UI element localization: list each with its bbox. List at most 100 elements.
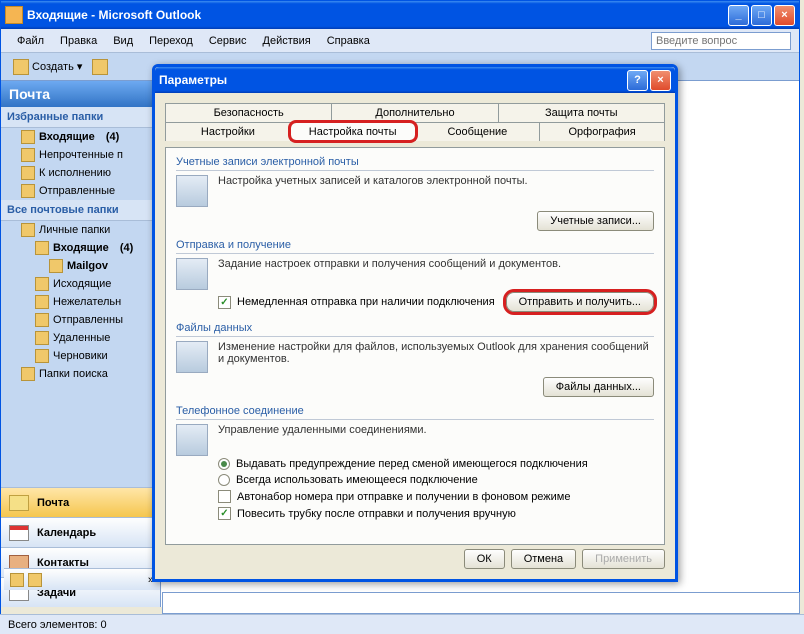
warn-radio[interactable] <box>218 458 230 470</box>
folder-icon <box>21 148 35 162</box>
accounts-text: Настройка учетных записей и каталогов эл… <box>218 175 654 187</box>
tree-sent[interactable]: Отправленны <box>1 311 160 329</box>
dropdown-icon: ▾ <box>77 60 83 73</box>
menu-edit[interactable]: Правка <box>52 33 105 49</box>
datafiles-icon <box>176 341 208 373</box>
minimize-button[interactable]: _ <box>728 5 749 26</box>
group-dialup-title: Телефонное соединение <box>176 405 654 420</box>
group-sendrecv: Отправка и получение Задание настроек от… <box>176 239 654 314</box>
tab-mailprotect[interactable]: Защита почты <box>498 103 665 122</box>
tree-personal[interactable]: Личные папки <box>1 221 160 239</box>
dialog-button-row: ОК Отмена Применить <box>464 549 665 569</box>
dialog-body: Безопасность Дополнительно Защита почты … <box>155 93 675 555</box>
dialog-help-button[interactable]: ? <box>627 70 648 91</box>
dialog-title: Параметры <box>159 73 627 87</box>
tree-deleted[interactable]: Удаленные <box>1 329 160 347</box>
apply-button[interactable]: Применить <box>582 549 665 569</box>
immediate-send-label: Немедленная отправка при наличии подключ… <box>237 296 495 308</box>
all-folders-section: Все почтовые папки <box>1 200 160 221</box>
options-dialog: Параметры ? × Безопасность Дополнительно… <box>152 64 678 582</box>
bottom-input[interactable] <box>162 592 800 614</box>
help-search-input[interactable] <box>651 32 791 50</box>
ok-button[interactable]: ОК <box>464 549 505 569</box>
tab-preferences[interactable]: Настройки <box>165 122 291 141</box>
always-radio[interactable] <box>218 474 230 486</box>
menu-go[interactable]: Переход <box>141 33 201 49</box>
dialog-close-button[interactable]: × <box>650 70 671 91</box>
main-titlebar: Входящие - Microsoft Outlook _ □ × <box>1 1 799 29</box>
warn-radio-label: Выдавать предупреждение перед сменой име… <box>236 458 588 470</box>
tab-strip: Безопасность Дополнительно Защита почты … <box>165 103 665 141</box>
fav-followup[interactable]: К исполнению <box>1 164 160 182</box>
tab-advanced[interactable]: Дополнительно <box>331 103 498 122</box>
tree-inbox[interactable]: Входящие (4) <box>1 239 160 257</box>
folder-icon <box>35 349 49 363</box>
status-text: Всего элементов: 0 <box>8 619 107 631</box>
autodial-label: Автонабор номера при отправке и получени… <box>237 491 571 503</box>
accounts-icon <box>176 175 208 207</box>
accounts-button[interactable]: Учетные записи... <box>537 211 654 231</box>
nav-header: Почта <box>1 81 160 107</box>
folder-icon <box>21 130 35 144</box>
group-sendrecv-title: Отправка и получение <box>176 239 654 254</box>
send-receive-button[interactable]: Отправить и получить... <box>506 292 654 312</box>
tab-message[interactable]: Сообщение <box>415 122 541 141</box>
menubar: Файл Правка Вид Переход Сервис Действия … <box>1 29 799 53</box>
group-datafiles: Файлы данных Изменение настройки для фай… <box>176 322 654 397</box>
dialog-titlebar: Параметры ? × <box>155 67 675 93</box>
menu-actions[interactable]: Действия <box>255 33 319 49</box>
menu-tools[interactable]: Сервис <box>201 33 255 49</box>
hangup-label: Повесить трубку после отправки и получен… <box>237 508 516 520</box>
mail-icon <box>9 495 29 511</box>
folder-list-icon[interactable] <box>28 573 42 587</box>
calendar-icon <box>9 525 29 541</box>
autodial-checkbox[interactable] <box>218 490 231 503</box>
folder-icon <box>21 367 35 381</box>
folder-icon <box>21 166 35 180</box>
menu-view[interactable]: Вид <box>105 33 141 49</box>
menu-help[interactable]: Справка <box>319 33 378 49</box>
folder-icon <box>35 331 49 345</box>
folder-icon <box>35 241 49 255</box>
create-icon <box>13 59 29 75</box>
fav-inbox[interactable]: Входящие (4) <box>1 128 160 146</box>
menu-file[interactable]: Файл <box>9 33 52 49</box>
tab-content: Учетные записи электронной почты Настрой… <box>165 147 665 545</box>
print-icon[interactable] <box>92 59 108 75</box>
always-radio-label: Всегда использовать имеющееся подключени… <box>236 474 478 486</box>
create-button[interactable]: Создать ▾ <box>7 57 88 77</box>
folder-icon <box>49 259 63 273</box>
hangup-checkbox[interactable]: ✓ <box>218 507 231 520</box>
cancel-button[interactable]: Отмена <box>511 549 576 569</box>
folder-icon <box>35 313 49 327</box>
tree-junk[interactable]: Нежелательн <box>1 293 160 311</box>
datafiles-text: Изменение настройки для файлов, использу… <box>218 341 654 365</box>
fav-sent[interactable]: Отправленные <box>1 182 160 200</box>
fav-unread[interactable]: Непрочтенные п <box>1 146 160 164</box>
tree-search[interactable]: Папки поиска <box>1 365 160 383</box>
navigation-pane: Почта Избранные папки Входящие (4) Непро… <box>1 81 161 607</box>
tab-spelling[interactable]: Орфография <box>539 122 665 141</box>
group-accounts-title: Учетные записи электронной почты <box>176 156 654 171</box>
nav-mail[interactable]: Почта <box>1 487 160 517</box>
group-dialup: Телефонное соединение Управление удаленн… <box>176 405 654 522</box>
tree-outbox[interactable]: Исходящие <box>1 275 160 293</box>
sendrecv-text: Задание настроек отправки и получения со… <box>218 258 654 270</box>
tree-drafts[interactable]: Черновики <box>1 347 160 365</box>
shortcut-icon[interactable] <box>10 573 24 587</box>
tab-mailsetup[interactable]: Настройка почты <box>290 122 416 141</box>
close-button[interactable]: × <box>774 5 795 26</box>
app-icon <box>5 6 23 24</box>
nav-calendar[interactable]: Календарь <box>1 517 160 547</box>
group-accounts: Учетные записи электронной почты Настрой… <box>176 156 654 231</box>
dialup-icon <box>176 424 208 456</box>
tree-mailgov[interactable]: Mailgov <box>1 257 160 275</box>
folder-icon <box>35 295 49 309</box>
maximize-button[interactable]: □ <box>751 5 772 26</box>
group-datafiles-title: Файлы данных <box>176 322 654 337</box>
tab-security[interactable]: Безопасность <box>165 103 332 122</box>
immediate-send-checkbox[interactable]: ✓ <box>218 296 231 309</box>
dialup-text: Управление удаленными соединениями. <box>218 424 654 436</box>
datafiles-button[interactable]: Файлы данных... <box>543 377 654 397</box>
folder-icon <box>21 223 35 237</box>
